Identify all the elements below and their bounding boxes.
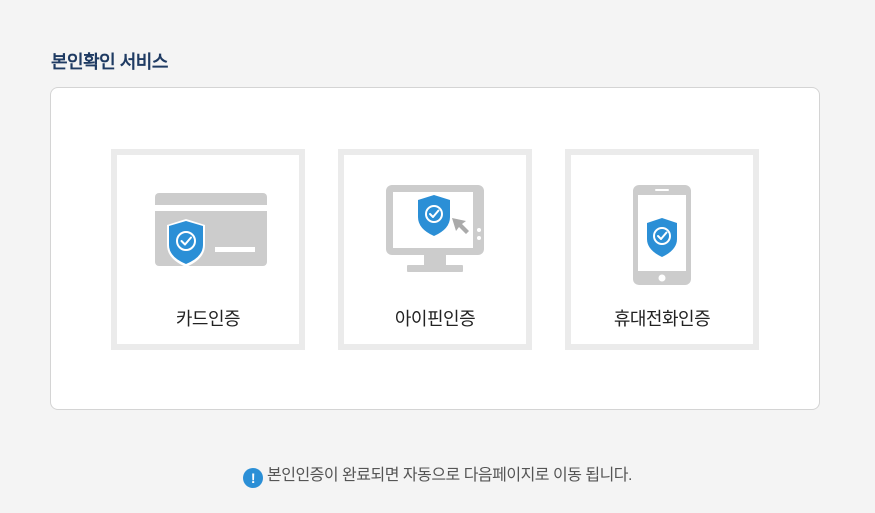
phone-verification-button[interactable]: 휴대전화인증 (565, 149, 759, 350)
card-shield-icon (155, 193, 267, 267)
exclamation-icon: ! (243, 468, 264, 488)
verification-panel: 카드인증 아이핀인증 휴대전화인증 (50, 87, 820, 410)
phone-shield-icon (633, 185, 691, 285)
ipin-verification-button[interactable]: 아이핀인증 (338, 149, 532, 350)
redirect-notice: ! 본인인증이 완료되면 자동으로 다음페이지로 이동 됩니다. (0, 461, 875, 488)
card-verification-button[interactable]: 카드인증 (111, 149, 305, 350)
redirect-notice-text: 본인인증이 완료되면 자동으로 다음페이지로 이동 됩니다. (267, 467, 632, 484)
card-verification-label: 카드인증 (175, 309, 241, 329)
section-title: 본인확인 서비스 (51, 52, 168, 72)
phone-verification-label: 휴대전화인증 (613, 309, 711, 329)
ipin-verification-label: 아이핀인증 (394, 309, 476, 329)
monitor-shield-icon (386, 185, 484, 272)
